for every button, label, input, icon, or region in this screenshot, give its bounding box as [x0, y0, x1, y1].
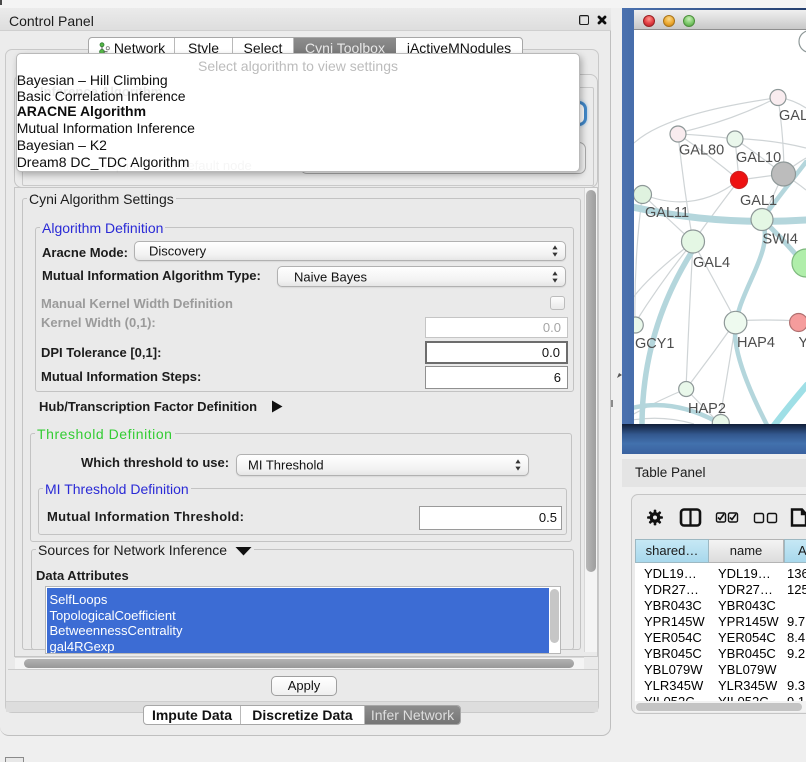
- svg-text:GAL10: GAL10: [736, 150, 781, 166]
- svg-text:GAL1: GAL1: [740, 193, 777, 209]
- svg-text:GAL11: GAL11: [645, 205, 689, 221]
- svg-text:GCY1: GCY1: [635, 336, 675, 352]
- svg-text:GAL7: GAL7: [779, 108, 806, 124]
- svg-text:GAL4: GAL4: [693, 255, 730, 271]
- svg-text:YEL: YEL: [799, 335, 806, 351]
- svg-text:HAP4: HAP4: [737, 335, 775, 351]
- svg-text:SWI4: SWI4: [763, 232, 798, 248]
- svg-text:GAL80: GAL80: [679, 143, 724, 159]
- svg-text:HAP2: HAP2: [688, 401, 726, 417]
